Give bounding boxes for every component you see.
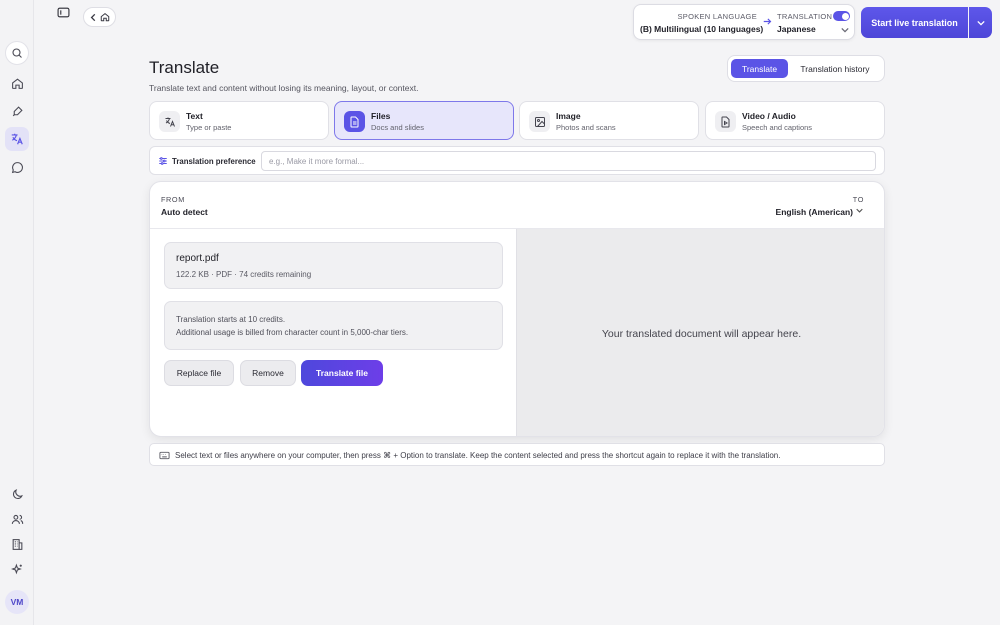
replace-file-button[interactable]: Replace file: [164, 360, 234, 386]
translation-language-value[interactable]: Japanese: [777, 24, 816, 34]
output-placeholder: Your translated document will appear her…: [601, 327, 802, 340]
mode-description: Photos and scans: [556, 123, 616, 132]
tab-translation-history[interactable]: Translation history: [790, 59, 880, 78]
translate-icon: [159, 111, 180, 132]
uploaded-file-card: report.pdf 122.2 KB · PDF · 74 credits r…: [164, 242, 503, 289]
arrow-right-icon: [763, 17, 772, 26]
keyboard-icon: [159, 451, 170, 460]
mode-title: Files: [371, 111, 391, 121]
source-language-select[interactable]: Auto detect: [161, 207, 208, 217]
translation-caption: TRANSLATION: [777, 12, 833, 21]
mode-title: Image: [556, 111, 581, 121]
mode-description: Docs and slides: [371, 123, 424, 132]
sparkle-icon[interactable]: [5, 557, 29, 581]
start-options-dropdown[interactable]: [969, 7, 992, 38]
mode-title: Video / Audio: [742, 111, 796, 121]
mode-card-video-audio[interactable]: Video / Audio Speech and captions: [705, 101, 885, 140]
translate-nav-icon[interactable]: [5, 127, 29, 151]
translation-panel: FROM Auto detect TO English (American) r…: [149, 181, 885, 437]
chevron-down-icon[interactable]: [841, 27, 849, 33]
to-caption: TO: [852, 195, 864, 204]
output-preview-area: Your translated document will appear her…: [516, 229, 884, 436]
tab-translate[interactable]: Translate: [731, 59, 788, 78]
translation-preference-row: Translation preference: [149, 146, 885, 175]
chevron-left-icon: [90, 13, 95, 21]
document-icon: [344, 111, 365, 132]
view-tabs: Translate Translation history: [727, 55, 885, 82]
translate-file-button[interactable]: Translate file: [301, 360, 383, 386]
target-language-select[interactable]: English (American): [776, 207, 853, 217]
sidebar-toggle-icon[interactable]: [57, 7, 70, 18]
live-language-selector[interactable]: SPOKEN LANGUAGE (B) Multilingual (10 lan…: [633, 4, 855, 40]
file-meta: 122.2 KB · PDF · 74 credits remaining: [176, 270, 312, 279]
video-file-icon: [715, 111, 736, 132]
chat-icon[interactable]: [5, 155, 29, 179]
sidebar: VM: [0, 0, 34, 625]
moon-icon[interactable]: [5, 482, 29, 506]
home-back-button[interactable]: [83, 7, 116, 27]
mode-card-image[interactable]: Image Photos and scans: [519, 101, 699, 140]
translation-preference-label: Translation preference: [172, 157, 256, 166]
home-icon: [100, 13, 109, 22]
user-avatar[interactable]: VM: [5, 590, 29, 614]
mode-title: Text: [186, 111, 203, 121]
sliders-icon: [158, 156, 168, 166]
page-title: Translate: [149, 58, 220, 77]
search-icon[interactable]: [5, 41, 29, 65]
page-subtitle: Translate text and content without losin…: [149, 83, 419, 93]
building-icon[interactable]: [5, 532, 29, 556]
info-line: Translation starts at 10 credits.: [176, 315, 286, 324]
users-icon[interactable]: [5, 507, 29, 531]
shortcut-hint: Select text or files anywhere on your co…: [149, 443, 885, 466]
mode-description: Speech and captions: [742, 123, 813, 132]
mode-card-files[interactable]: Files Docs and slides: [334, 101, 514, 140]
spoken-language-value[interactable]: (B) Multilingual (10 languages): [640, 24, 763, 34]
home-icon[interactable]: [5, 71, 29, 95]
shortcut-hint-text: Select text or files anywhere on your co…: [175, 451, 781, 460]
chevron-down-icon[interactable]: [856, 208, 863, 213]
file-name: report.pdf: [176, 253, 219, 264]
start-live-translation-button[interactable]: Start live translation: [861, 7, 968, 38]
spoken-language-caption: SPOKEN LANGUAGE: [677, 12, 757, 21]
chevron-down-icon: [976, 20, 985, 26]
translation-preference-input[interactable]: [261, 151, 876, 171]
remove-file-button[interactable]: Remove: [240, 360, 296, 386]
from-caption: FROM: [161, 195, 185, 204]
mode-card-text[interactable]: Text Type or paste: [149, 101, 329, 140]
brush-icon[interactable]: [5, 99, 29, 123]
credits-info-card: Translation starts at 10 credits. Additi…: [164, 301, 503, 350]
image-icon: [529, 111, 550, 132]
mode-description: Type or paste: [186, 123, 232, 132]
translation-toggle[interactable]: [833, 11, 850, 21]
info-line: Additional usage is billed from characte…: [176, 328, 409, 337]
